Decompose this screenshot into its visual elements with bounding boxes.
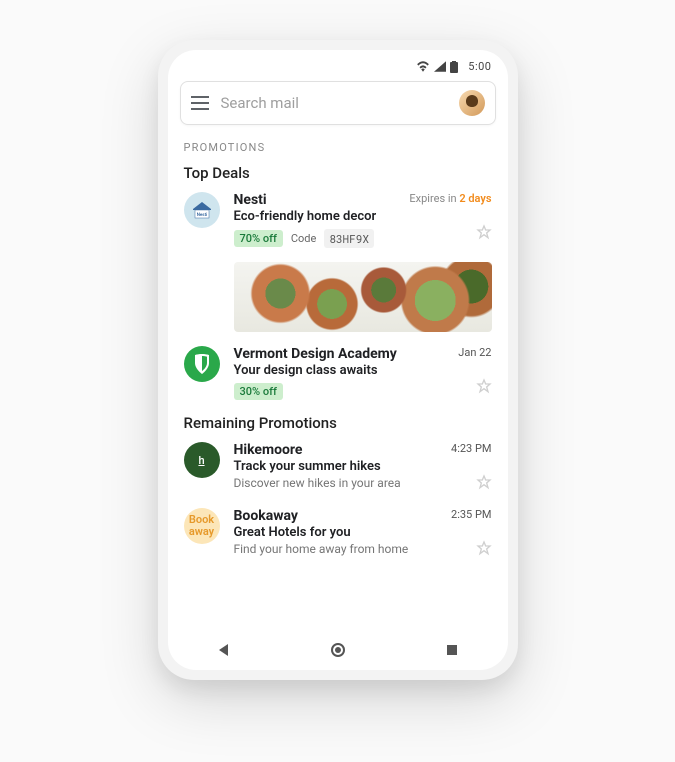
signal-icon [434,61,446,72]
email-body: Nesti Expires in 2 days Eco-friendly hom… [234,192,492,248]
status-bar: 5:00 [168,50,508,77]
top-deals-title: Top Deals [184,164,492,182]
profile-avatar[interactable] [459,90,485,116]
content-scroll[interactable]: PROMOTIONS Top Deals Nesti Nesti Expires [168,133,508,630]
email-time: 2:35 PM [451,508,491,521]
email-snippet: Find your home away from home [234,542,409,556]
email-subject: Eco-friendly home decor [234,209,492,224]
email-time: 4:23 PM [451,442,491,455]
email-snippet: Discover new hikes in your area [234,476,401,490]
badges-row: 30% off [234,383,283,400]
sender-name: Nesti [234,192,267,208]
email-item-bookaway[interactable]: Book away Bookaway 2:35 PM Great Hotels … [184,508,492,560]
sender-avatar-hikemoore: h [184,442,220,478]
email-item-nesti[interactable]: Nesti Nesti Expires in 2 days Eco-friend… [184,192,492,248]
svg-text:Nesti: Nesti [196,212,207,218]
sender-name: Bookaway [234,508,298,524]
discount-badge: 70% off [234,230,283,247]
nav-back-icon[interactable] [217,643,231,657]
promo-code: 83HF9X [324,229,374,248]
star-icon[interactable] [476,378,492,398]
sender-name: Vermont Design Academy [234,346,397,362]
nav-home-icon[interactable] [330,642,346,658]
promo-image-succulents[interactable] [234,262,492,332]
star-icon[interactable] [476,224,492,244]
sender-avatar-bookaway: Book away [184,508,220,544]
sender-name: Hikemoore [234,442,303,458]
phone-frame: 5:00 Search mail PROMOTIONS Top Deals [158,40,518,680]
status-time: 5:00 [468,60,491,73]
menu-icon[interactable] [191,96,209,110]
search-bar-container: Search mail [168,77,508,133]
code-label: Code [291,232,316,245]
email-body: Bookaway 2:35 PM Great Hotels for you Fi… [234,508,492,560]
remaining-title: Remaining Promotions [184,414,492,432]
email-subject: Track your summer hikes [234,459,492,474]
wifi-icon [416,61,430,72]
email-item-vda[interactable]: Vermont Design Academy Jan 22 Your desig… [184,346,492,400]
android-nav-bar [168,630,508,670]
nav-recents-icon[interactable] [446,644,458,656]
sender-avatar-nesti: Nesti [184,192,220,228]
expires-label: Expires in 2 days [409,192,491,205]
sender-avatar-vda [184,346,220,382]
email-subject: Your design class awaits [234,363,492,378]
email-item-hikemoore[interactable]: h Hikemoore 4:23 PM Track your summer hi… [184,442,492,494]
discount-badge: 30% off [234,383,283,400]
badges-row: 70% off Code 83HF9X [234,229,374,248]
email-body: Vermont Design Academy Jan 22 Your desig… [234,346,492,400]
search-bar[interactable]: Search mail [180,81,496,125]
search-input[interactable]: Search mail [221,94,447,112]
star-icon[interactable] [476,540,492,560]
email-date: Jan 22 [458,346,491,359]
email-body: Hikemoore 4:23 PM Track your summer hike… [234,442,492,494]
battery-icon [450,61,458,73]
category-label: PROMOTIONS [184,141,492,154]
phone-screen: 5:00 Search mail PROMOTIONS Top Deals [168,50,508,670]
star-icon[interactable] [476,474,492,494]
email-subject: Great Hotels for you [234,525,492,540]
